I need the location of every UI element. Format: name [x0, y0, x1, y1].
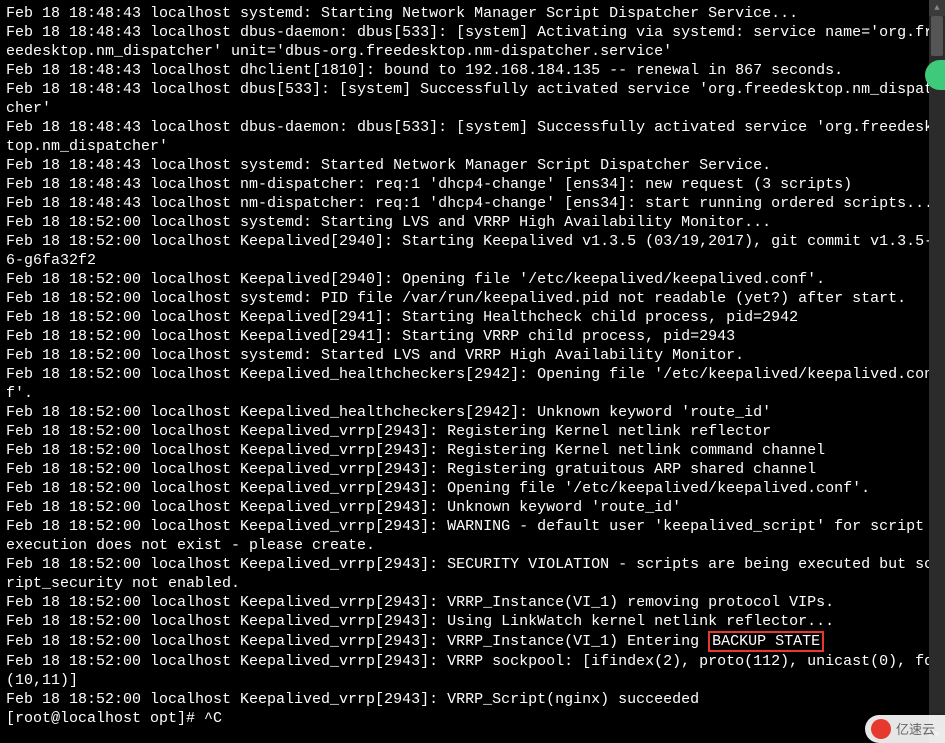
log-line-highlighted: Feb 18 18:52:00 localhost Keepalived_vrr… [6, 631, 939, 652]
watermark-text: 亿速云 [896, 720, 935, 739]
shell-prompt: [root@localhost opt]# [6, 710, 204, 727]
log-line: Feb 18 18:48:43 localhost systemd: Start… [6, 156, 939, 175]
log-text: Feb 18 18:52:00 localhost Keepalived_vrr… [6, 633, 708, 650]
log-line: Feb 18 18:48:43 localhost nm-dispatcher:… [6, 194, 939, 213]
log-line: Feb 18 18:52:00 localhost Keepalived_hea… [6, 403, 939, 422]
log-line: Feb 18 18:48:43 localhost dbus[533]: [sy… [6, 80, 939, 118]
scroll-thumb[interactable] [931, 16, 943, 56]
log-line: Feb 18 18:52:00 localhost Keepalived[294… [6, 327, 939, 346]
log-line: Feb 18 18:48:43 localhost systemd: Start… [6, 4, 939, 23]
log-line: Feb 18 18:52:00 localhost Keepalived_vrr… [6, 422, 939, 441]
log-line: Feb 18 18:52:00 localhost Keepalived_vrr… [6, 498, 939, 517]
log-line: Feb 18 18:52:00 localhost Keepalived_vrr… [6, 593, 939, 612]
watermark-logo-icon [871, 719, 891, 739]
log-line: Feb 18 18:52:00 localhost Keepalived_vrr… [6, 441, 939, 460]
log-line: Feb 18 18:52:00 localhost Keepalived[294… [6, 308, 939, 327]
scrollbar[interactable]: ▲ ▼ [929, 0, 945, 743]
log-line: Feb 18 18:52:00 localhost Keepalived_vrr… [6, 555, 939, 593]
shell-input[interactable]: ^C [204, 710, 222, 727]
shell-prompt-line[interactable]: [root@localhost opt]# ^C [6, 709, 939, 728]
log-line: Feb 18 18:48:43 localhost dbus-daemon: d… [6, 23, 939, 61]
scroll-up-arrow[interactable]: ▲ [929, 0, 945, 16]
log-line: Feb 18 18:52:00 localhost Keepalived[294… [6, 270, 939, 289]
log-line: Feb 18 18:52:00 localhost Keepalived_hea… [6, 365, 939, 403]
log-line: Feb 18 18:52:00 localhost systemd: PID f… [6, 289, 939, 308]
log-line: Feb 18 18:52:00 localhost Keepalived_vrr… [6, 517, 939, 555]
log-line: Feb 18 18:52:00 localhost systemd: Start… [6, 346, 939, 365]
log-line: Feb 18 18:48:43 localhost dhclient[1810]… [6, 61, 939, 80]
watermark: 亿速云 [865, 715, 945, 743]
highlight-box: BACKUP STATE [708, 631, 824, 652]
terminal-output[interactable]: Feb 18 18:48:43 localhost systemd: Start… [0, 0, 945, 728]
log-line: Feb 18 18:52:00 localhost Keepalived_vrr… [6, 612, 939, 631]
log-line: Feb 18 18:52:00 localhost Keepalived_vrr… [6, 479, 939, 498]
log-line: Feb 18 18:48:43 localhost nm-dispatcher:… [6, 175, 939, 194]
log-line: Feb 18 18:52:00 localhost Keepalived[294… [6, 232, 939, 270]
log-line: Feb 18 18:52:00 localhost Keepalived_vrr… [6, 690, 939, 709]
log-line: Feb 18 18:48:43 localhost dbus-daemon: d… [6, 118, 939, 156]
log-line: Feb 18 18:52:00 localhost Keepalived_vrr… [6, 460, 939, 479]
log-line: Feb 18 18:52:00 localhost systemd: Start… [6, 213, 939, 232]
log-line: Feb 18 18:52:00 localhost Keepalived_vrr… [6, 652, 939, 690]
